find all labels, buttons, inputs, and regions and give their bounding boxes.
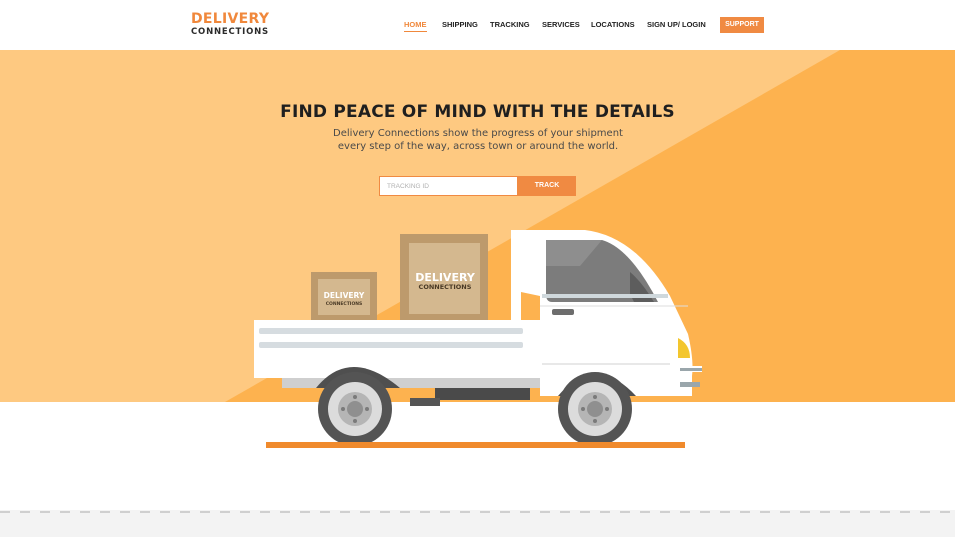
hero-headline: FIND PEACE OF MIND WITH THE DETAILS <box>280 102 675 122</box>
cargo-bed <box>254 320 540 378</box>
nav-signup-login[interactable]: SIGN UP/ LOGIN <box>647 20 706 29</box>
large-cargo-box: DELIVERY CONNECTIONS <box>400 234 488 321</box>
support-button[interactable]: SUPPORT <box>720 17 764 33</box>
brand-logo[interactable]: DELIVERY CONNECTIONS <box>191 12 269 37</box>
small-box-line2: CONNECTIONS <box>326 301 363 307</box>
cargo-post <box>511 230 521 322</box>
door-handle <box>552 309 574 315</box>
large-box-line2: CONNECTIONS <box>419 283 472 291</box>
chassis-dark <box>435 388 530 400</box>
ground-line <box>266 442 685 448</box>
nav-shipping[interactable]: SHIPPING <box>442 20 478 29</box>
brand-name-bottom: CONNECTIONS <box>191 27 269 37</box>
tracking-id-input[interactable] <box>379 176 518 196</box>
rear-wheel <box>318 372 392 446</box>
nav-locations[interactable]: LOCATIONS <box>591 20 635 29</box>
front-wheel <box>558 372 632 446</box>
small-box-line1: DELIVERY <box>324 291 365 300</box>
track-button[interactable]: TRACK <box>518 176 576 196</box>
hero-subtext: Delivery Connections show the progress o… <box>333 128 623 152</box>
site-header: DELIVERY CONNECTIONS HOME SHIPPING TRACK… <box>0 0 955 50</box>
nav-tracking[interactable]: TRACKING <box>490 20 530 29</box>
truck-cab <box>521 230 702 396</box>
footer-divider <box>0 511 955 513</box>
footer-strip <box>0 510 955 537</box>
delivery-truck-illustration: DELIVERY CONNECTIONS DELIVERY CONNECTION… <box>254 230 702 448</box>
small-cargo-box: DELIVERY CONNECTIONS <box>311 272 377 320</box>
nav-services[interactable]: SERVICES <box>542 20 580 29</box>
nav-home[interactable]: HOME <box>404 20 427 32</box>
brand-name-top: DELIVERY <box>191 11 270 27</box>
